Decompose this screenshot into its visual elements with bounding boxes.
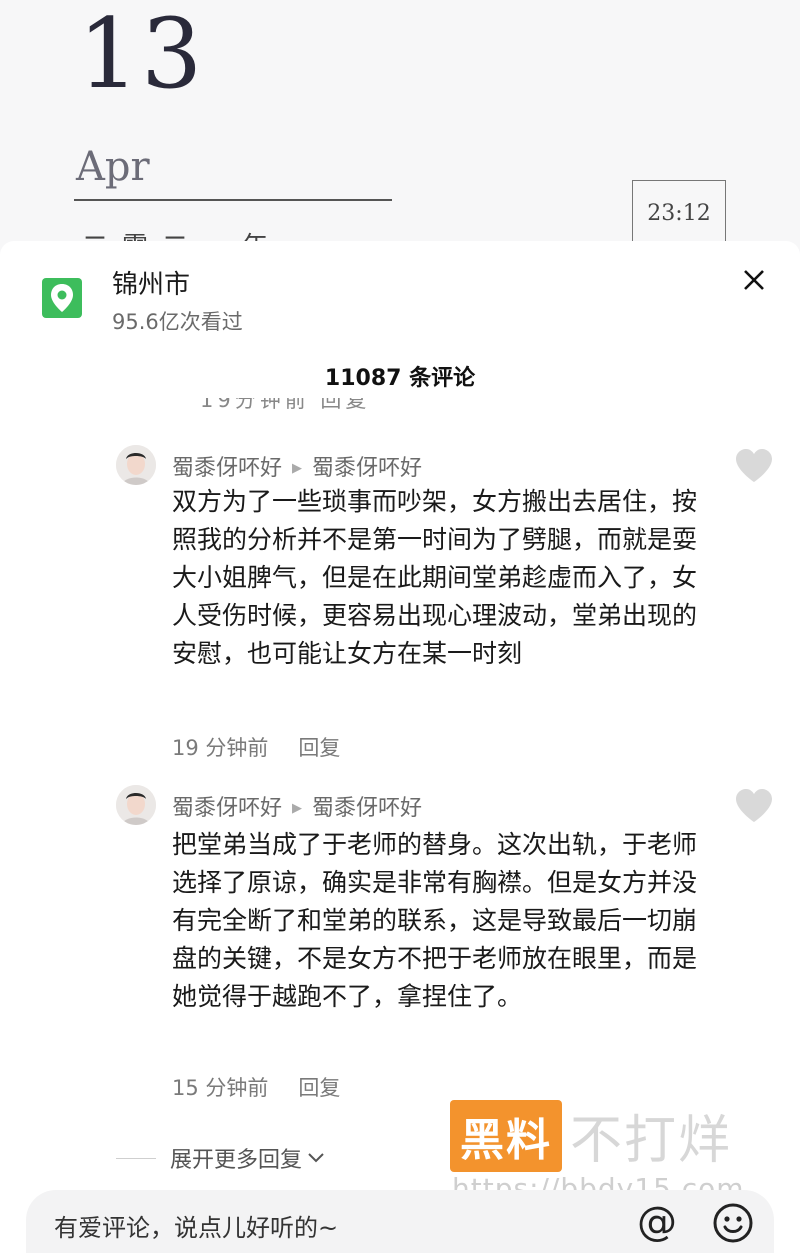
comment-author[interactable]: 蜀黍伢吥好 (172, 456, 282, 481)
reply-target[interactable]: 蜀黍伢吥好 (312, 796, 422, 821)
chevron-down-icon (308, 1153, 324, 1163)
comment-names: 蜀黍伢吥好 ▶ 蜀黍伢吥好 (172, 790, 422, 822)
emoji-icon[interactable] (712, 1202, 754, 1244)
calendar-day: 13 (78, 0, 205, 110)
reply-arrow-icon: ▶ (292, 801, 303, 816)
location-pin-icon (42, 278, 82, 318)
comment-names: 蜀黍伢吥好 ▶ 蜀黍伢吥好 (172, 450, 422, 482)
watermark-text: 不打烊 (570, 1111, 733, 1171)
comment-time: 19 分钟前 (172, 736, 269, 760)
comment-meta: 19 分钟前 回复 (172, 732, 340, 762)
comment-count: 11087 条评论 (324, 366, 476, 391)
partial-comment-row: 19分钟前 回复 (200, 398, 371, 412)
location-name[interactable]: 锦州市 (112, 264, 190, 301)
comment-text: 双方为了一些琐事而吵架，女方搬出去居住，按照我的分析并不是第一时间为了劈腿，而就… (172, 487, 698, 668)
location-views: 95.6亿次看过 (112, 310, 243, 334)
reply-target[interactable]: 蜀黍伢吥好 (312, 456, 422, 481)
comment-input[interactable]: 有爱评论，说点儿好听的~ (54, 1208, 338, 1243)
calendar-month: Apr (76, 144, 150, 190)
expand-more-label: 展开更多回复 (170, 1148, 303, 1173)
comment-input-bar[interactable]: 有爱评论，说点儿好听的~ @ (26, 1190, 774, 1253)
comment-text: 把堂弟当成了于老师的替身。这次出轨，于老师选择了原谅，确实是非常有胸襟。但是女方… (172, 830, 698, 1011)
reply-arrow-icon: ▶ (292, 461, 303, 476)
watermark-badge: 黑料 (450, 1099, 562, 1172)
comment-meta: 15 分钟前 回复 (172, 1072, 340, 1102)
like-heart-icon[interactable] (734, 448, 774, 484)
like-heart-icon[interactable] (734, 788, 774, 824)
calendar-divider (74, 199, 392, 201)
comment-time: 15 分钟前 (172, 1076, 269, 1100)
close-button[interactable] (736, 262, 772, 298)
divider (116, 1157, 156, 1159)
comment-author[interactable]: 蜀黍伢吥好 (172, 796, 282, 821)
close-icon (744, 270, 764, 290)
watermark: 黑料 不打烊 (450, 1098, 732, 1173)
mention-button[interactable]: @ (636, 1202, 678, 1244)
background-calendar: 13 Apr 23:12 二零二一年 (0, 0, 800, 255)
avatar[interactable] (116, 445, 156, 485)
expand-more-replies[interactable]: 展开更多回复 (116, 1142, 326, 1174)
reply-button[interactable]: 回复 (298, 736, 340, 760)
calendar-time: 23:12 (632, 180, 726, 250)
reply-button[interactable]: 回复 (298, 1076, 340, 1100)
avatar[interactable] (116, 785, 156, 825)
